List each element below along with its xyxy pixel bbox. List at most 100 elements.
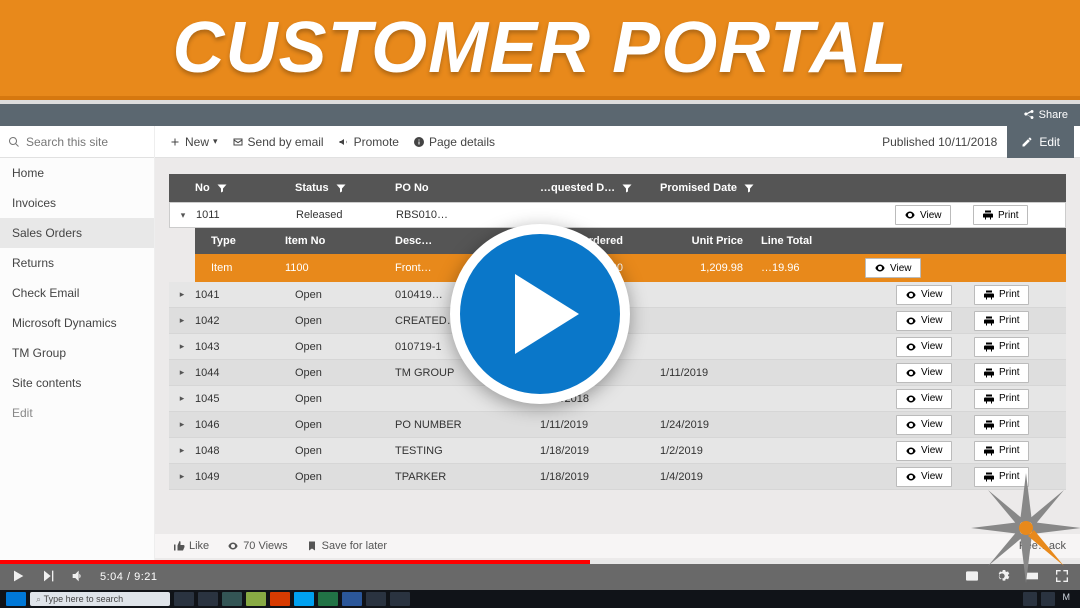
fullscreen-icon[interactable] [1054,568,1070,587]
share-label[interactable]: Share [1039,109,1068,121]
col-no[interactable]: No [195,182,295,194]
cell-no: 1044 [195,367,295,379]
view-button[interactable]: View [896,389,952,409]
play-icon[interactable] [10,568,26,587]
expand-icon[interactable]: ▸ [169,341,195,352]
print-button[interactable]: Print [974,311,1029,331]
filter-icon[interactable] [621,182,633,194]
taskbar-app-icon[interactable] [198,592,218,606]
promote-button[interactable]: Promote [338,135,399,149]
pencil-icon [1021,136,1033,148]
share-icon [1023,109,1035,121]
print-button[interactable]: Print [974,467,1029,487]
like-button[interactable]: Like [173,540,209,552]
next-icon[interactable] [40,568,56,587]
print-button[interactable]: Print [973,205,1028,225]
save-for-later-button[interactable]: Save for later [306,540,387,552]
col-status[interactable]: Status [295,182,395,194]
expand-icon[interactable]: ▸ [169,367,195,378]
sidebar-item-home[interactable]: Home [0,158,154,188]
taskbar-app-icon[interactable] [390,592,410,606]
subgrid-row[interactable]: Item 1100 Front… 2.00 1,209.98 …19.96 Vi… [195,254,1066,282]
expand-icon[interactable]: ▸ [169,471,195,482]
taskbar-app-icon[interactable] [174,592,194,606]
expand-icon[interactable]: ▸ [169,289,195,300]
tray-icon[interactable] [1041,592,1055,606]
theater-icon[interactable] [1024,568,1040,587]
print-button[interactable]: Print [974,337,1029,357]
sidebar-item-invoices[interactable]: Invoices [0,188,154,218]
command-bar-actions: New ▾ Send by email Promote Page details [155,135,495,149]
col-requested-date[interactable]: …quested D… [540,182,660,194]
sidebar-item-microsoft-dynamics[interactable]: Microsoft Dynamics [0,308,154,338]
filter-icon[interactable] [335,182,347,194]
table-row[interactable]: ▾ 1011 Released RBS010… View Print [169,202,1066,228]
eye-icon [904,209,916,221]
feedback-button[interactable]: Fee…ack [1019,540,1066,552]
taskbar-app-icon[interactable] [246,592,266,606]
view-button[interactable]: View [896,467,952,487]
sidebar-item-site-contents[interactable]: Site contents [0,368,154,398]
print-button[interactable]: Print [974,363,1029,383]
view-button[interactable]: View [896,311,952,331]
page-details-button[interactable]: Page details [413,135,495,149]
sidebar-item-sales-orders[interactable]: Sales Orders [0,218,154,248]
cell-status: Open [295,289,395,301]
sidebar-item-tm-group[interactable]: TM Group [0,338,154,368]
cell-status: Open [295,393,395,405]
expand-icon[interactable]: ▸ [169,445,195,456]
table-row[interactable]: ▸1045Open3/26/2018ViewPrint [169,386,1066,412]
print-button[interactable]: Print [974,441,1029,461]
expand-icon[interactable]: ▸ [169,393,195,404]
edit-page-button[interactable]: Edit [1007,126,1074,158]
view-button[interactable]: View [896,285,952,305]
print-icon [983,315,995,327]
new-button[interactable]: New ▾ [169,135,218,149]
table-row[interactable]: ▸1049OpenTPARKER1/18/20191/4/2019ViewPri… [169,464,1066,490]
start-button[interactable] [6,592,26,606]
command-bar: Search this site New ▾ Send by email Pro… [0,126,1080,158]
settings-icon[interactable] [994,568,1010,587]
col-promised-date[interactable]: Promised Date [660,182,790,194]
expand-icon[interactable]: ▸ [169,315,195,326]
view-button[interactable]: View [896,441,952,461]
view-button[interactable]: View [896,363,952,383]
print-label: Print [999,419,1020,430]
taskbar-app-icon[interactable] [294,592,314,606]
eye-icon [905,419,917,431]
table-row[interactable]: ▸1046OpenPO NUMBER1/11/20191/24/2019View… [169,412,1066,438]
taskbar-app-icon[interactable] [366,592,386,606]
captions-icon[interactable] [964,568,980,587]
sidebar-item-edit[interactable]: Edit [0,398,154,428]
print-button[interactable]: Print [974,415,1029,435]
taskbar-app-icon[interactable] [342,592,362,606]
site-search[interactable]: Search this site [0,126,155,158]
taskbar-app-icon[interactable] [318,592,338,606]
sidebar-item-returns[interactable]: Returns [0,248,154,278]
expand-icon[interactable]: ▸ [169,419,195,430]
tray-icon[interactable] [1023,592,1037,606]
col-po-no[interactable]: PO No [395,182,540,194]
filter-icon[interactable] [743,182,755,194]
view-button[interactable]: View [896,415,952,435]
send-email-button[interactable]: Send by email [232,135,324,149]
cell-po: TPARKER [395,471,540,483]
collapse-icon[interactable]: ▾ [170,210,196,221]
taskbar-search[interactable]: ⌕ Type here to search [30,592,170,606]
print-button[interactable]: Print [974,389,1029,409]
view-button[interactable]: View [896,337,952,357]
print-button[interactable]: Print [974,285,1029,305]
table-row[interactable]: ▸1048OpenTESTING1/18/20191/2/2019ViewPri… [169,438,1066,464]
volume-icon[interactable] [70,568,86,587]
table-row[interactable]: ▸1044OpenTM GROUP1/8/20191/11/2019ViewPr… [169,360,1066,386]
taskbar-app-icon[interactable] [270,592,290,606]
bookmark-icon [306,540,318,552]
taskbar-app-icon[interactable] [222,592,242,606]
taskbar-search-placeholder: Type here to search [44,594,124,604]
filter-icon[interactable] [216,182,228,194]
video-play-overlay[interactable] [450,224,630,404]
view-button[interactable]: View [895,205,951,225]
print-label: Print [999,367,1020,378]
view-button[interactable]: View [865,258,921,278]
sidebar-item-check-email[interactable]: Check Email [0,278,154,308]
